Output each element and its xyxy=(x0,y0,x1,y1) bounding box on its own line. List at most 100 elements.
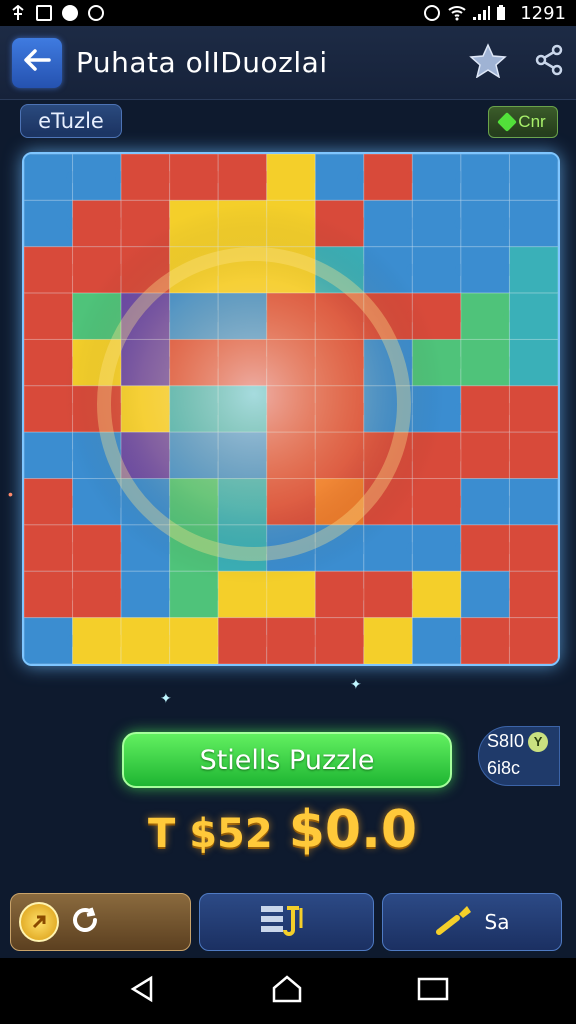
shield-icon xyxy=(62,5,78,21)
puzzle-piece[interactable] xyxy=(72,199,122,248)
share-icon[interactable] xyxy=(534,44,564,81)
start-puzzle-label: Stiells Puzzle xyxy=(199,744,375,776)
sparkle-icon: • xyxy=(8,486,13,502)
puzzle-piece[interactable] xyxy=(411,570,462,619)
image-icon xyxy=(36,5,52,21)
puzzle-piece[interactable] xyxy=(120,570,171,619)
puzzle-piece[interactable] xyxy=(24,431,74,480)
puzzle-piece[interactable] xyxy=(460,246,510,294)
puzzle-piece[interactable] xyxy=(460,524,510,572)
puzzle-piece[interactable] xyxy=(508,246,558,294)
puzzle-piece[interactable] xyxy=(72,524,122,572)
puzzle-piece[interactable] xyxy=(460,199,510,248)
puzzle-piece[interactable] xyxy=(72,570,122,619)
status-bar: 1291 xyxy=(0,0,576,26)
puzzle-piece[interactable] xyxy=(266,617,316,664)
mode-chip-label: eTuzle xyxy=(38,109,104,133)
coin-mini-label: Y xyxy=(533,734,543,749)
puzzle-board[interactable] xyxy=(22,152,560,666)
puzzle-piece[interactable] xyxy=(411,246,462,294)
alarm-icon xyxy=(424,5,441,21)
home-nav-icon[interactable] xyxy=(270,974,304,1009)
puzzle-piece[interactable] xyxy=(363,617,413,664)
sparkle-icon: ✦ xyxy=(350,676,362,692)
puzzle-piece[interactable] xyxy=(508,524,558,572)
back-button[interactable] xyxy=(12,37,62,88)
side-badge-bottom: 6i8c xyxy=(487,758,521,778)
puzzle-piece[interactable] xyxy=(24,292,74,340)
page-title: Puhata olIDuozlai xyxy=(76,46,328,79)
gems-chip[interactable]: Cnr xyxy=(488,106,558,138)
puzzle-piece[interactable] xyxy=(508,478,558,526)
puzzle-piece[interactable] xyxy=(24,617,74,664)
puzzle-piece[interactable] xyxy=(460,431,510,480)
refresh-icon xyxy=(69,905,103,940)
puzzle-piece[interactable] xyxy=(508,570,558,619)
puzzle-piece[interactable] xyxy=(314,617,365,664)
side-badge-top: S8I0 xyxy=(487,731,525,751)
puzzle-piece[interactable] xyxy=(363,570,413,619)
puzzle-piece[interactable] xyxy=(508,199,558,248)
app-bar: Puhata olIDuozlai xyxy=(0,26,576,100)
star-icon[interactable] xyxy=(468,42,508,83)
hint-button-label: Sa xyxy=(484,910,510,934)
puzzle-piece[interactable] xyxy=(24,199,74,248)
puzzle-piece[interactable] xyxy=(169,154,219,201)
puzzle-piece[interactable] xyxy=(508,338,558,387)
puzzle-piece[interactable] xyxy=(460,478,510,526)
puzzle-piece[interactable] xyxy=(460,385,510,433)
mode-chip[interactable]: eTuzle xyxy=(20,104,122,138)
bottom-toolbar: Sa xyxy=(10,893,566,951)
puzzle-board-canvas[interactable] xyxy=(24,154,558,664)
puzzle-piece[interactable] xyxy=(411,617,462,664)
puzzle-piece[interactable] xyxy=(460,154,510,201)
puzzle-piece[interactable] xyxy=(24,246,74,294)
puzzle-piece[interactable] xyxy=(314,154,365,201)
puzzle-piece[interactable] xyxy=(363,154,413,201)
puzzle-piece[interactable] xyxy=(169,617,219,664)
puzzle-piece[interactable] xyxy=(120,617,171,664)
puzzle-piece[interactable] xyxy=(314,570,365,619)
puzzle-piece[interactable] xyxy=(508,292,558,340)
pieces-button[interactable] xyxy=(199,893,374,951)
puzzle-piece[interactable] xyxy=(24,524,74,572)
puzzle-piece[interactable] xyxy=(411,199,462,248)
puzzle-piece[interactable] xyxy=(460,292,510,340)
puzzle-piece[interactable] xyxy=(24,478,74,526)
puzzle-piece[interactable] xyxy=(217,617,268,664)
sync-icon xyxy=(88,5,104,21)
back-nav-icon[interactable] xyxy=(127,974,157,1009)
puzzle-piece[interactable] xyxy=(508,617,558,664)
puzzle-piece[interactable] xyxy=(120,154,171,201)
clock-time: 1291 xyxy=(520,2,566,24)
coin-icon xyxy=(19,902,59,942)
puzzle-piece[interactable] xyxy=(508,385,558,433)
puzzle-piece[interactable] xyxy=(508,431,558,480)
puzzle-piece[interactable] xyxy=(508,154,558,201)
side-badge[interactable]: S8I0 Y 6i8c xyxy=(478,726,560,786)
puzzle-piece[interactable] xyxy=(363,199,413,248)
puzzle-piece[interactable] xyxy=(72,154,122,201)
gem-icon xyxy=(497,112,518,132)
puzzle-piece[interactable] xyxy=(266,154,316,201)
usb-icon xyxy=(10,4,26,21)
start-puzzle-button[interactable]: Stiells Puzzle xyxy=(122,732,452,788)
puzzle-piece[interactable] xyxy=(24,570,74,619)
sparkle-icon: ✦ xyxy=(160,690,172,706)
puzzle-piece[interactable] xyxy=(411,154,462,201)
puzzle-piece[interactable] xyxy=(411,524,462,572)
pieces-icon xyxy=(257,902,307,943)
recents-nav-icon[interactable] xyxy=(417,976,449,1007)
puzzle-piece[interactable] xyxy=(460,338,510,387)
signal-icon xyxy=(472,5,491,21)
puzzle-piece[interactable] xyxy=(460,617,510,664)
wifi-icon xyxy=(448,5,466,21)
puzzle-piece[interactable] xyxy=(72,617,122,664)
hint-button[interactable]: Sa xyxy=(382,893,562,951)
puzzle-piece[interactable] xyxy=(24,154,74,201)
score-left: T $52 xyxy=(148,811,273,857)
puzzle-piece[interactable] xyxy=(217,154,268,201)
system-nav-bar xyxy=(0,958,576,1024)
puzzle-piece[interactable] xyxy=(460,570,510,619)
coin-button[interactable] xyxy=(10,893,191,951)
